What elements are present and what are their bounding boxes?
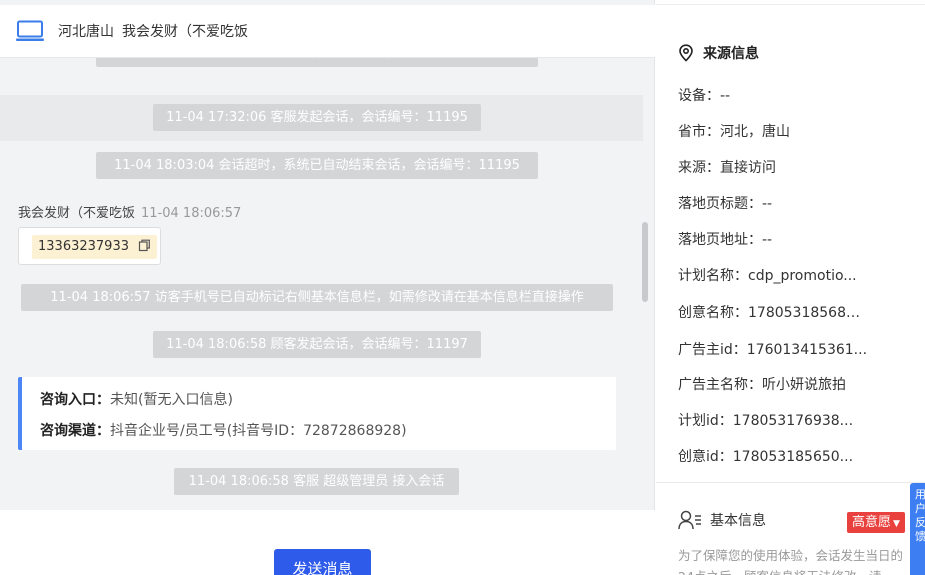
field-landing-url: 落地页地址：--	[678, 232, 773, 248]
basic-info-header: 基本信息	[678, 510, 766, 530]
visitor-name: 我会发财（不爱吃饭	[18, 206, 136, 221]
system-message: 11-04 18:03:04 会话超时，系统已自动结束会话，会话编号：11195	[96, 152, 538, 179]
chat-panel: 会话已...系统已自动...会话编号 11-04 17:32:06 客服发起会话…	[0, 0, 655, 575]
system-message: 11-04 18:06:58 客服 超级管理员 接入会话	[174, 468, 459, 495]
field-device: 设备：--	[678, 88, 731, 104]
field-source: 来源：直接访问	[678, 160, 776, 176]
field-landing-title: 落地页标题：--	[678, 196, 773, 212]
message-bubble: 13363237933	[18, 227, 161, 265]
intent-level-label: 高意愿	[852, 515, 892, 530]
source-info-title: 来源信息	[703, 46, 759, 62]
phone-number-text: 13363237933	[38, 239, 129, 254]
field-advertiser-id: 广告主id：176013415361...	[678, 342, 868, 358]
basic-info-title: 基本信息	[710, 513, 766, 529]
message-time: 11-04 18:06:57	[141, 206, 242, 221]
field-advertiser-name: 广告主名称：听小妍说旅拍	[678, 377, 846, 393]
scrollbar[interactable]	[642, 222, 648, 302]
system-message: 11-04 17:32:06 客服发起会话，会话编号：11195	[153, 104, 481, 131]
chat-header: 河北唐山 我会发财（不爱吃饭	[0, 5, 655, 58]
chat-title: 河北唐山 我会发财（不爱吃饭	[58, 21, 256, 41]
divider	[656, 482, 925, 483]
feedback-tab-label: 用户反馈	[915, 488, 925, 543]
source-info-header: 来源信息	[678, 43, 759, 63]
message-meta: 我会发财（不爱吃饭 11-04 18:06:57	[18, 202, 241, 221]
message-list[interactable]: 会话已...系统已自动...会话编号 11-04 17:32:06 客服发起会话…	[0, 0, 655, 510]
consult-channel-label: 咨询渠道：	[40, 423, 110, 439]
user-info-icon	[678, 510, 701, 530]
system-message: 11-04 18:06:57 访客手机号已自动标记右侧基本信息栏，如需修改请在基…	[21, 284, 613, 311]
system-message: 11-04 18:06:58 顾客发起会话，会话编号：11197	[153, 331, 481, 358]
field-province-city: 省市：河北，唐山	[678, 124, 790, 140]
computer-icon	[16, 20, 44, 41]
send-message-button[interactable]: 发送消息	[274, 549, 371, 575]
copy-icon[interactable]	[138, 239, 151, 252]
visitor-location: 河北唐山	[58, 24, 114, 40]
field-plan-name: 计划名称：cdp_promotio...	[678, 268, 857, 284]
location-pin-icon	[679, 44, 693, 62]
caret-down-icon: ▼	[893, 519, 900, 529]
field-creative-name: 创意名称：178053185685...	[678, 305, 868, 321]
phone-number[interactable]: 13363237933	[32, 235, 158, 259]
divider	[656, 4, 925, 5]
visitor-name: 我会发财（不爱吃饭	[122, 24, 248, 40]
consult-channel-value: 抖音企业号/员工号(抖音号ID：72872868928)	[110, 423, 407, 439]
consult-info-card: 咨询入口：未知(暂无入口信息) 咨询渠道：抖音企业号/员工号(抖音号ID：728…	[18, 377, 616, 450]
field-plan-id: 计划id：178053176938...	[678, 413, 854, 429]
intent-level-dropdown[interactable]: 高意愿 ▼	[847, 512, 905, 533]
info-panel: 来源信息 设备：-- 省市：河北，唐山 来源：直接访问 落地页标题：-- 落地页…	[656, 0, 925, 575]
consult-entry-row: 咨询入口：未知(暂无入口信息)	[40, 389, 233, 409]
consult-channel-row: 咨询渠道：抖音企业号/员工号(抖音号ID：72872868928)	[40, 420, 407, 440]
consult-entry-value: 未知(暂无入口信息)	[110, 392, 233, 408]
field-creative-id: 创意id：178053185650...	[678, 449, 854, 465]
feedback-float-tab[interactable]: 用户反馈	[910, 483, 925, 575]
basic-info-hint: 为了保障您的使用体验，会话发生当日的24点之后，顾客信息将无法修改，请	[678, 548, 904, 575]
consult-entry-label: 咨询入口：	[40, 392, 110, 408]
send-area: 发送消息	[0, 510, 655, 575]
